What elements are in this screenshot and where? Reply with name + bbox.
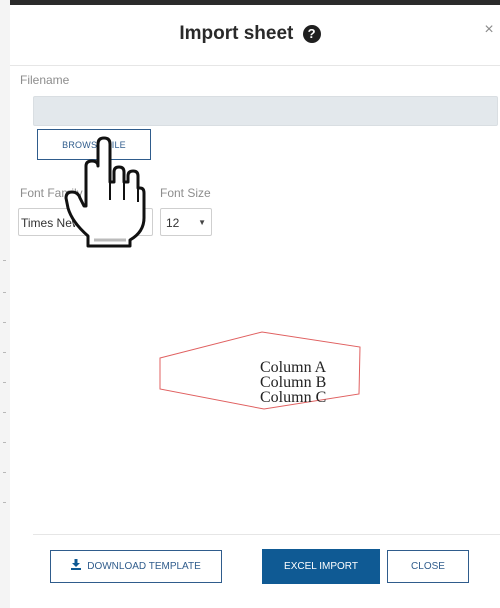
import-sheet-dialog: Import sheet ? × Filename BROWSE FILE Fo… [10, 5, 500, 608]
preview-column-c: Column C [260, 389, 326, 406]
close-button[interactable]: CLOSE [387, 550, 469, 583]
preview-area: Column A Column B Column C [159, 331, 361, 410]
download-icon [71, 559, 82, 570]
excel-import-button[interactable]: EXCEL IMPORT [262, 549, 380, 584]
download-template-label: DOWNLOAD TEMPLATE [87, 561, 201, 572]
hand-cursor-icon [64, 136, 146, 248]
footer-divider [33, 534, 500, 535]
download-template-button[interactable]: DOWNLOAD TEMPLATE [50, 550, 222, 583]
